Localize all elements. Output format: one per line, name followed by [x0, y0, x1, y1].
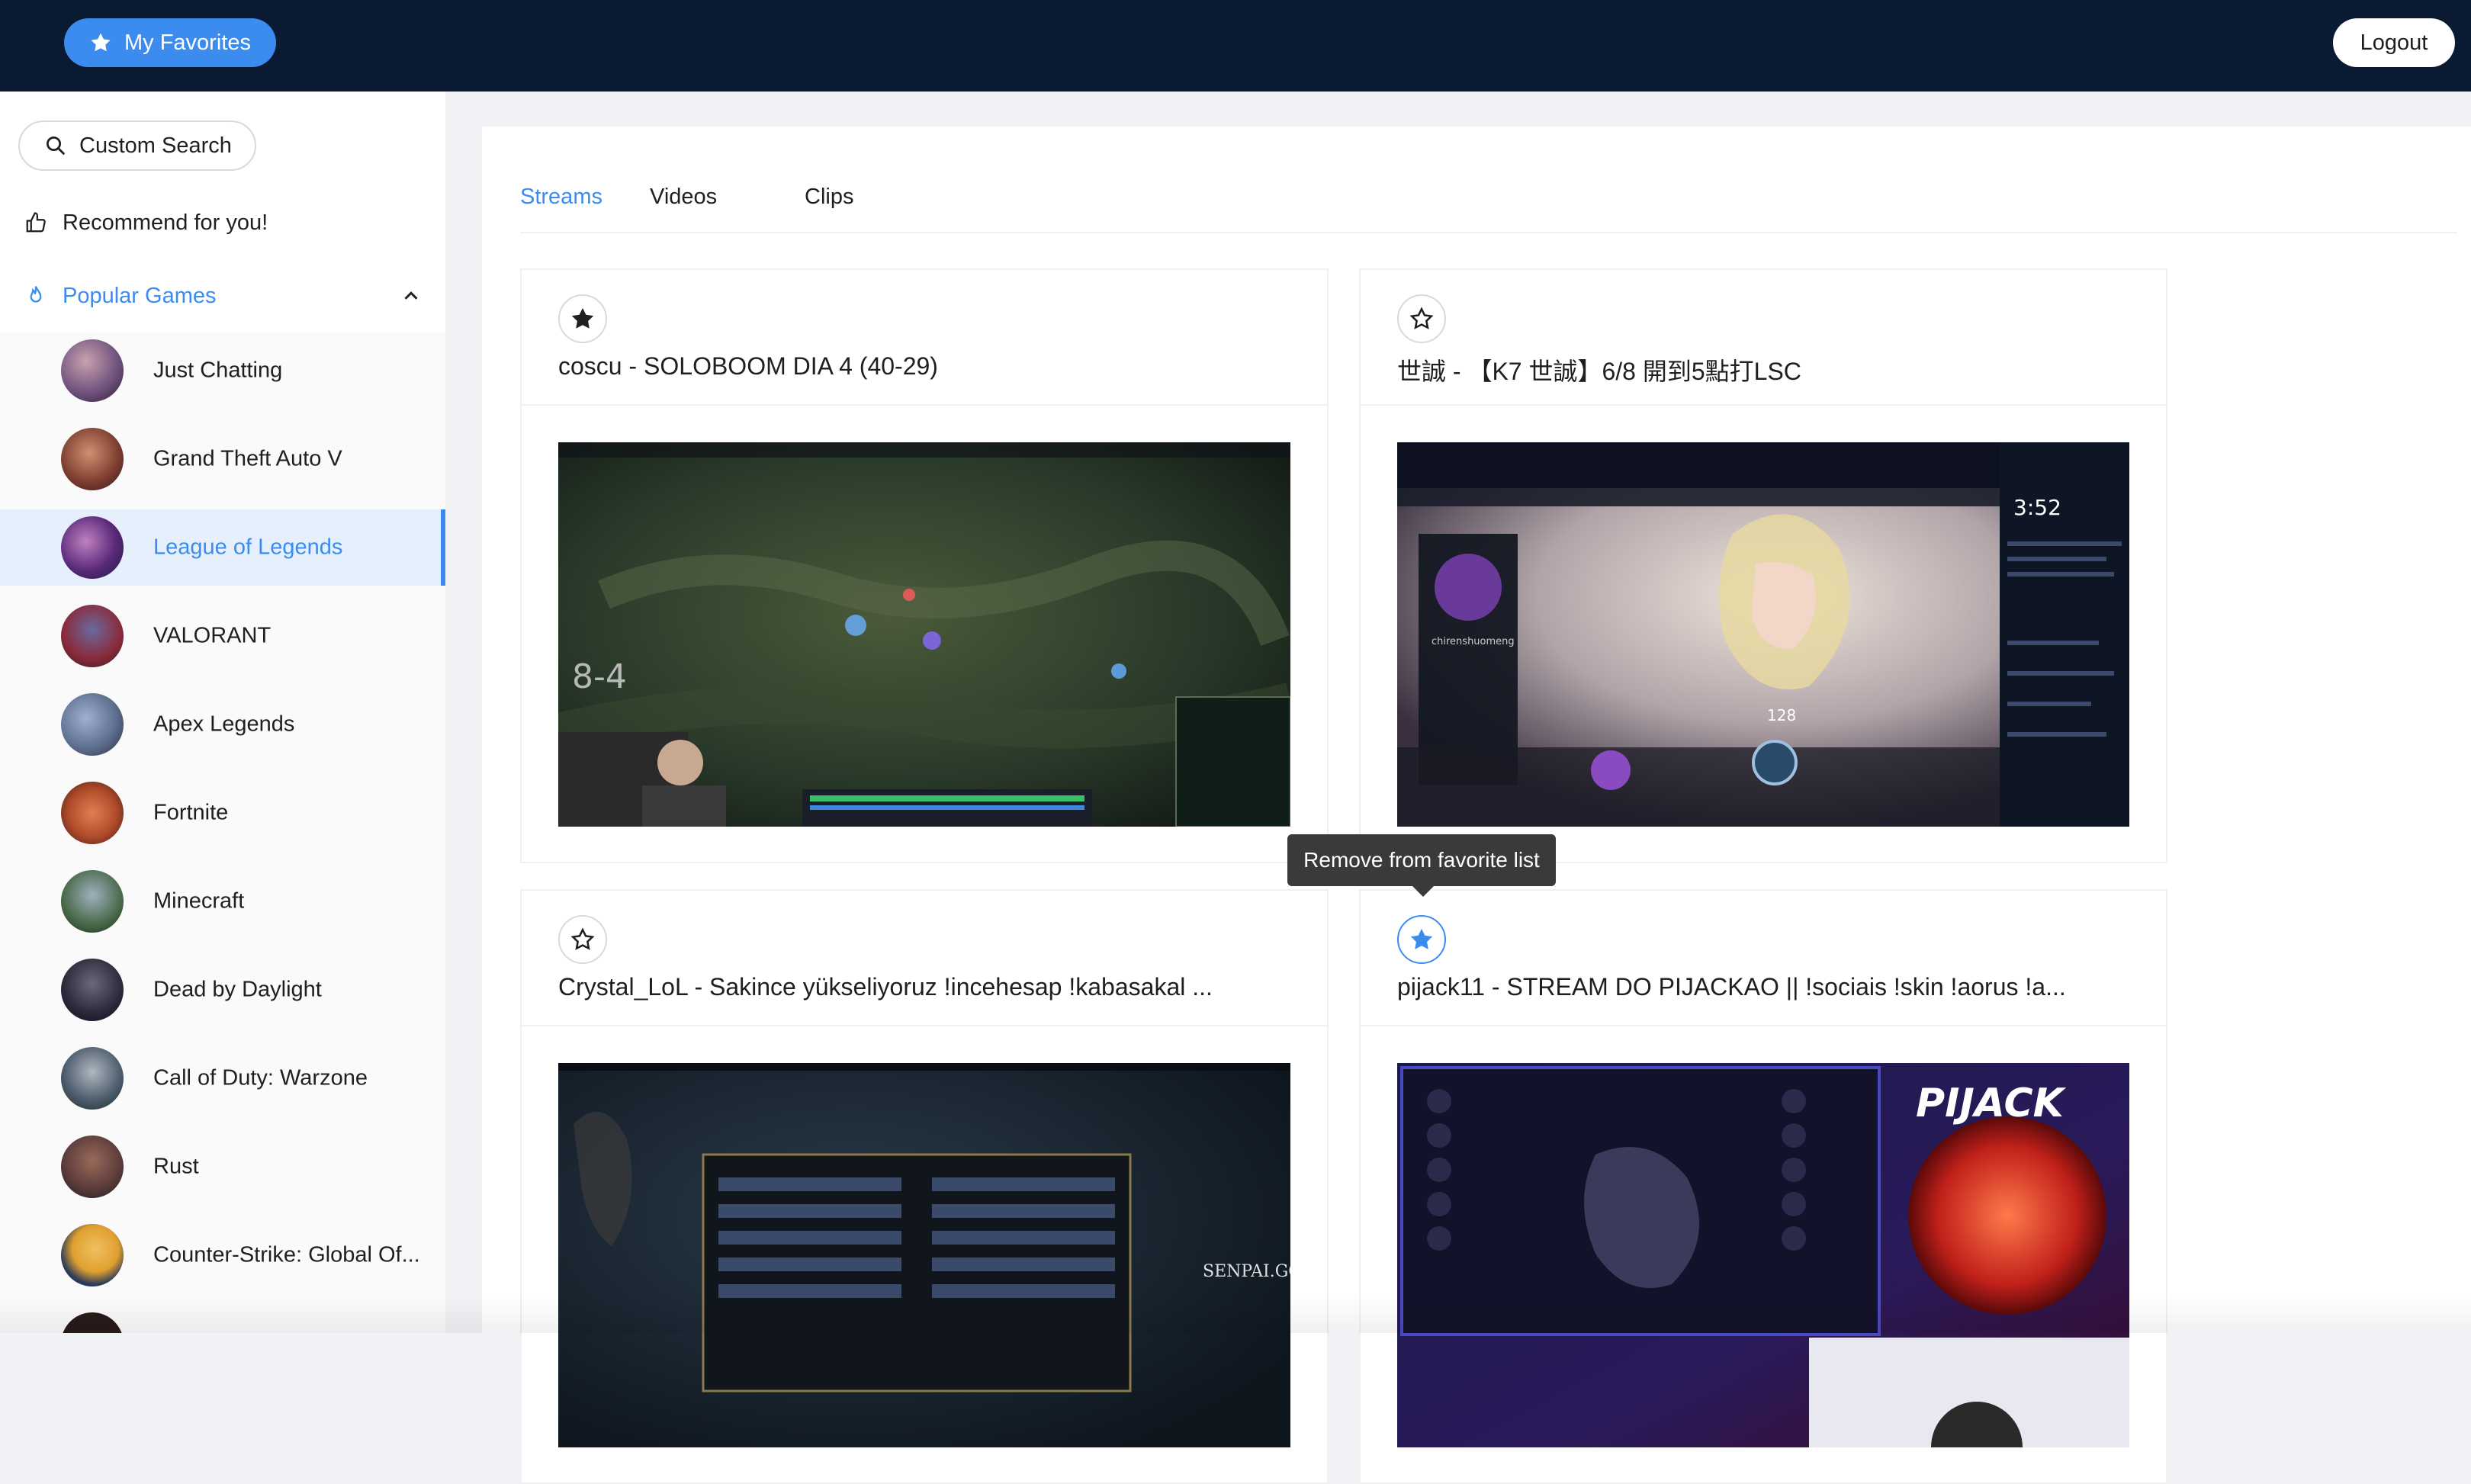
tab-streams[interactable]: Streams: [520, 185, 602, 210]
thumbnail-image: PIJACK: [1397, 1063, 2129, 1447]
game-item-apex-legends[interactable]: Apex Legends: [0, 686, 445, 763]
score-overlay: 8-4: [572, 657, 627, 696]
tab-clips[interactable]: Clips: [805, 185, 853, 210]
game-item-valorant[interactable]: VALORANT: [0, 598, 445, 674]
game-avatar: [61, 1135, 124, 1198]
game-avatar: [61, 339, 124, 402]
content-tabs: Streams Videos Clips: [520, 127, 2457, 233]
favorite-button[interactable]: [558, 294, 607, 343]
game-avatar: [61, 782, 124, 844]
popular-games-label: Popular Games: [63, 283, 217, 308]
stream-thumbnail[interactable]: SENPAI.GG: [558, 1063, 1290, 1447]
game-label: Apex Legends: [153, 711, 295, 737]
thumbnail-image: 8-4: [558, 442, 1290, 827]
thumbs-up-icon: [26, 212, 46, 233]
stream-title[interactable]: Crystal_LoL - Sakince yükseliyoruz !ince…: [558, 973, 1306, 1001]
custom-search-button[interactable]: Custom Search: [18, 120, 256, 171]
stream-title[interactable]: 世誠 - 【K7 世誠】6/8 開到5點打LSC: [1397, 352, 2145, 387]
game-item-dead-by-daylight[interactable]: Dead by Daylight: [0, 952, 445, 1028]
popular-games-list: Just Chatting Grand Theft Auto V League …: [0, 332, 445, 1333]
game-avatar: [61, 870, 124, 933]
game-label: Just Chatting: [153, 358, 283, 383]
favorite-button[interactable]: [558, 915, 607, 964]
stream-thumbnail[interactable]: 8-4: [558, 442, 1290, 827]
watermark-text: SENPAI.GG: [1203, 1262, 1290, 1281]
stream-card: coscu - SOLOBOOM DIA 4 (40-29) 8-4: [520, 268, 1329, 863]
star-filled-icon: [1410, 928, 1433, 949]
tab-videos[interactable]: Videos: [650, 185, 717, 210]
game-avatar: [61, 428, 124, 490]
star-icon: [91, 33, 111, 52]
my-favorites-label: My Favorites: [124, 30, 251, 55]
star-outline-icon: [1409, 307, 1434, 329]
logout-button[interactable]: Logout: [2333, 18, 2455, 67]
thumbnail-image: SENPAI.GG: [558, 1063, 1290, 1447]
game-avatar: [61, 1224, 124, 1286]
sidebar-item-popular-games[interactable]: Popular Games: [0, 262, 445, 329]
game-item-counter-strike[interactable]: Counter-Strike: Global Of...: [0, 1217, 445, 1293]
star-outline-icon: [570, 927, 595, 950]
star-filled-icon: [571, 307, 594, 329]
thumb-player: chirenshuomeng: [1432, 636, 1515, 647]
search-icon: [47, 137, 66, 156]
game-item-rust[interactable]: Rust: [0, 1129, 445, 1205]
game-label: Fortnite: [153, 800, 229, 825]
chevron-up-icon[interactable]: [400, 284, 423, 307]
favorite-tooltip: Remove from favorite list: [1287, 834, 1556, 897]
sidebar-item-recommend[interactable]: Recommend for you!: [0, 189, 445, 256]
my-favorites-button[interactable]: My Favorites: [64, 18, 276, 67]
top-header: My Favorites Logout: [0, 0, 2471, 92]
stream-title[interactable]: pijack11 - STREAM DO PIJACKAO || !sociai…: [1397, 973, 2145, 1001]
bottom-shadow: [0, 1296, 2471, 1333]
stream-title[interactable]: coscu - SOLOBOOM DIA 4 (40-29): [558, 352, 1306, 381]
game-item-minecraft[interactable]: Minecraft: [0, 863, 445, 940]
recommend-label: Recommend for you!: [63, 210, 268, 235]
game-label: Call of Duty: Warzone: [153, 1065, 368, 1091]
brand-logo-text: PIJACK: [1916, 1081, 2067, 1126]
stream-card: Crystal_LoL - Sakince yükseliyoruz !ince…: [520, 889, 1329, 1484]
game-avatar: [61, 959, 124, 1021]
game-label: Dead by Daylight: [153, 977, 322, 1002]
game-item-league-of-legends[interactable]: League of Legends: [0, 509, 445, 586]
card-header: coscu - SOLOBOOM DIA 4 (40-29): [522, 270, 1327, 406]
card-header: Crystal_LoL - Sakince yükseliyoruz !ince…: [522, 891, 1327, 1026]
game-avatar: [61, 693, 124, 756]
game-item-fortnite[interactable]: Fortnite: [0, 775, 445, 851]
stream-thumbnail[interactable]: PIJACK: [1397, 1063, 2129, 1447]
card-header: pijack11 - STREAM DO PIJACKAO || !sociai…: [1361, 891, 2166, 1026]
thumb-number: 128: [1767, 706, 1796, 724]
thumbnail-image: 128 chirenshuomeng 3:52: [1397, 442, 2129, 827]
favorite-button[interactable]: [1397, 294, 1446, 343]
favorite-button[interactable]: [1397, 915, 1446, 964]
game-item-cod-warzone[interactable]: Call of Duty: Warzone: [0, 1040, 445, 1116]
thumb-timer: 3:52: [2013, 495, 2061, 520]
stream-thumbnail[interactable]: 128 chirenshuomeng 3:52: [1397, 442, 2129, 827]
stream-card: 世誠 - 【K7 世誠】6/8 開到5點打LSC 128 chirenshuom…: [1359, 268, 2167, 863]
custom-search-label: Custom Search: [79, 133, 232, 158]
game-label: Minecraft: [153, 888, 245, 914]
main-content: Streams Videos Clips coscu - SOLOBOOM DI…: [482, 127, 2471, 1484]
game-label: Rust: [153, 1154, 199, 1179]
card-header: 世誠 - 【K7 世誠】6/8 開到5點打LSC: [1361, 270, 2166, 406]
game-avatar: [61, 605, 124, 667]
game-label: Grand Theft Auto V: [153, 446, 342, 471]
game-item-gta-v[interactable]: Grand Theft Auto V: [0, 421, 445, 497]
stream-card: pijack11 - STREAM DO PIJACKAO || !sociai…: [1359, 889, 2167, 1484]
game-item-just-chatting[interactable]: Just Chatting: [0, 332, 445, 409]
game-avatar: [61, 516, 124, 579]
game-label: Counter-Strike: Global Of...: [153, 1242, 420, 1267]
game-label: League of Legends: [153, 535, 343, 560]
game-label: VALORANT: [153, 623, 272, 648]
game-avatar: [61, 1047, 124, 1110]
fire-icon: [30, 286, 42, 303]
sidebar: Custom Search Recommend for you! Popular…: [0, 92, 445, 1333]
